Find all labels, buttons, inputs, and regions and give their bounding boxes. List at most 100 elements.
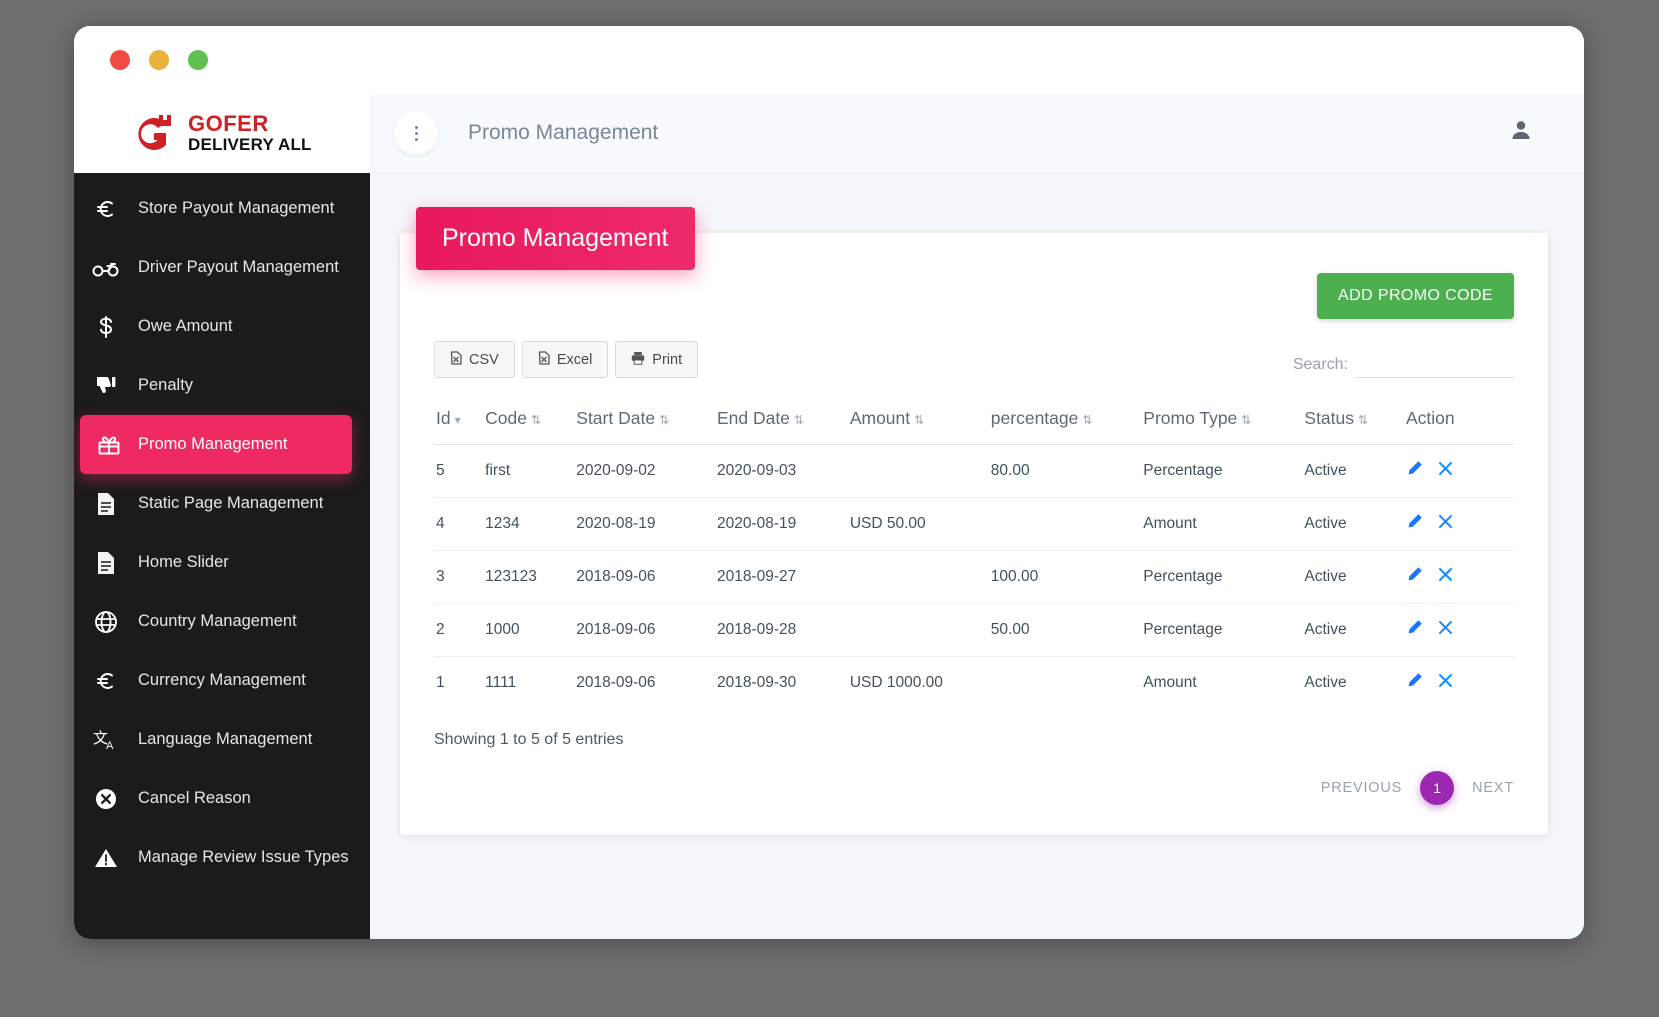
column-header-amount[interactable]: Amount ⇅ [848, 400, 989, 445]
sidebar-item-penalty[interactable]: Penalty [74, 356, 370, 415]
cell-code: 1234 [483, 497, 575, 551]
column-header-percentage[interactable]: percentage ⇅ [989, 400, 1141, 445]
sidebar-item-label: Penalty [138, 375, 194, 394]
sidebar-item-currency-management[interactable]: Currency Management [74, 651, 370, 710]
sidebar-item-label: Static Page Management [138, 493, 324, 512]
search-area: Search: [1293, 352, 1514, 378]
table-head: Id ▾ Code ⇅ Start Date ⇅ End Date ⇅ Amou… [434, 400, 1514, 445]
warning-triangle-icon [74, 847, 138, 869]
column-header-promo-type[interactable]: Promo Type ⇅ [1141, 400, 1302, 445]
column-header-id[interactable]: Id ▾ [434, 400, 483, 445]
table-row: 3 123123 2018-09-06 2018-09-27 100.00 Pe… [434, 550, 1514, 604]
card-title-badge: Promo Management [416, 207, 695, 270]
cell-id: 4 [434, 497, 484, 551]
cell-end-date: 2018-09-27 [714, 550, 848, 604]
column-header-status[interactable]: Status ⇅ [1302, 400, 1404, 445]
dollar-icon [74, 315, 138, 339]
cell-status: Active [1302, 603, 1404, 657]
cell-promo-type: Amount [1141, 497, 1303, 551]
sidebar-item-label: Currency Management [138, 670, 306, 689]
gift-icon [80, 434, 138, 456]
column-header-end-date[interactable]: End Date ⇅ [715, 400, 848, 445]
table-row: 1 1111 2018-09-06 2018-09-30 USD 1000.00… [434, 656, 1514, 709]
kebab-menu-icon[interactable] [394, 111, 438, 155]
column-header-code[interactable]: Code ⇅ [483, 400, 574, 445]
cell-start-date: 2020-08-19 [574, 497, 715, 551]
sidebar-item-language-management[interactable]: 文 A Language Management [74, 710, 370, 769]
delete-icon[interactable] [1437, 512, 1464, 536]
cell-start-date: 2018-09-06 [574, 550, 715, 604]
file-export-icon [450, 351, 462, 368]
column-header-start-date[interactable]: Start Date ⇅ [574, 400, 715, 445]
delete-icon[interactable] [1437, 618, 1464, 642]
cell-amount [847, 444, 989, 498]
table-header-row: Id ▾ Code ⇅ Start Date ⇅ End Date ⇅ Amou… [434, 400, 1514, 445]
browser-window: GOFER DELIVERY ALL Store Payout Manageme… [74, 26, 1584, 939]
cell-amount [847, 550, 989, 604]
cell-action [1404, 444, 1514, 498]
sidebar-item-label: Cancel Reason [138, 788, 251, 807]
cell-id: 1 [434, 656, 484, 709]
table-row: 2 1000 2018-09-06 2018-09-28 50.00 Perce… [434, 603, 1514, 657]
search-label: Search: [1292, 356, 1348, 373]
edit-icon[interactable] [1406, 672, 1433, 695]
export-excel-button[interactable]: Excel [521, 341, 609, 378]
pagination-page-1[interactable]: 1 [1420, 771, 1455, 805]
window-titlebar [74, 26, 1584, 94]
svg-text:A: A [106, 740, 114, 752]
delete-icon[interactable] [1437, 459, 1464, 483]
sidebar-item-store-payout-management[interactable]: Store Payout Management [74, 179, 370, 238]
sidebar-item-label: Driver Payout Management [138, 257, 339, 276]
cell-action [1404, 550, 1514, 604]
print-button[interactable]: Print [615, 341, 699, 378]
document-icon [74, 492, 138, 516]
export-excel-label: Excel [556, 351, 593, 368]
edit-icon[interactable] [1406, 460, 1433, 483]
sidebar-item-label: Country Management [138, 611, 297, 630]
brand-logo-area[interactable]: GOFER DELIVERY ALL [74, 94, 370, 173]
search-input[interactable] [1356, 352, 1514, 378]
sidebar-item-manage-review-issue-types[interactable]: Manage Review Issue Types [74, 828, 370, 887]
sidebar-item-country-management[interactable]: Country Management [74, 592, 370, 651]
cell-promo-type: Amount [1141, 656, 1303, 709]
table-body: 5 first 2020-09-02 2020-09-03 80.00 Perc… [434, 444, 1514, 709]
cell-code: 123123 [483, 550, 575, 604]
table-row: 5 first 2020-09-02 2020-09-03 80.00 Perc… [434, 444, 1514, 498]
brand-tagline: DELIVERY ALL [188, 135, 312, 155]
sidebar-item-home-slider[interactable]: Home Slider [74, 533, 370, 592]
delete-icon[interactable] [1437, 565, 1464, 589]
pagination: PREVIOUS 1 NEXT [434, 771, 1514, 805]
maximize-window-button[interactable] [188, 50, 208, 70]
sidebar-item-label: Store Payout Management [138, 198, 335, 217]
pagination-next[interactable]: NEXT [1472, 780, 1514, 796]
edit-icon[interactable] [1406, 566, 1433, 589]
edit-icon[interactable] [1406, 513, 1433, 536]
euro-icon [74, 669, 138, 693]
pagination-previous[interactable]: PREVIOUS [1321, 780, 1402, 796]
table-controls: CSV Excel Print Search: [434, 341, 1514, 378]
sidebar-item-owe-amount[interactable]: Owe Amount [74, 297, 370, 356]
cell-percentage: 80.00 [988, 444, 1142, 498]
cell-end-date: 2020-08-19 [714, 497, 848, 551]
edit-icon[interactable] [1406, 619, 1433, 642]
page-content: Promo Management ADD PROMO CODE CSV Exce… [370, 173, 1584, 939]
cell-amount [847, 603, 989, 657]
sidebar: GOFER DELIVERY ALL Store Payout Manageme… [74, 94, 370, 939]
sidebar-item-driver-payout-management[interactable]: Driver Payout Management [74, 238, 370, 297]
sidebar-item-promo-management[interactable]: Promo Management [80, 415, 352, 474]
close-window-button[interactable] [110, 50, 130, 70]
globe-icon [74, 610, 138, 634]
print-label: Print [652, 351, 683, 368]
delete-icon[interactable] [1437, 671, 1464, 695]
sidebar-item-cancel-reason[interactable]: Cancel Reason [74, 769, 370, 828]
cancel-circle-icon [74, 787, 138, 811]
cell-promo-type: Percentage [1141, 550, 1303, 604]
export-csv-button[interactable]: CSV [434, 341, 515, 378]
minimize-window-button[interactable] [149, 50, 169, 70]
promo-table: Id ▾ Code ⇅ Start Date ⇅ End Date ⇅ Amou… [434, 400, 1514, 709]
cell-status: Active [1302, 656, 1404, 709]
add-promo-code-button[interactable]: ADD PROMO CODE [1317, 273, 1514, 319]
user-icon[interactable] [1510, 119, 1532, 147]
cell-code: first [483, 444, 575, 498]
sidebar-item-static-page-management[interactable]: Static Page Management [74, 474, 370, 533]
